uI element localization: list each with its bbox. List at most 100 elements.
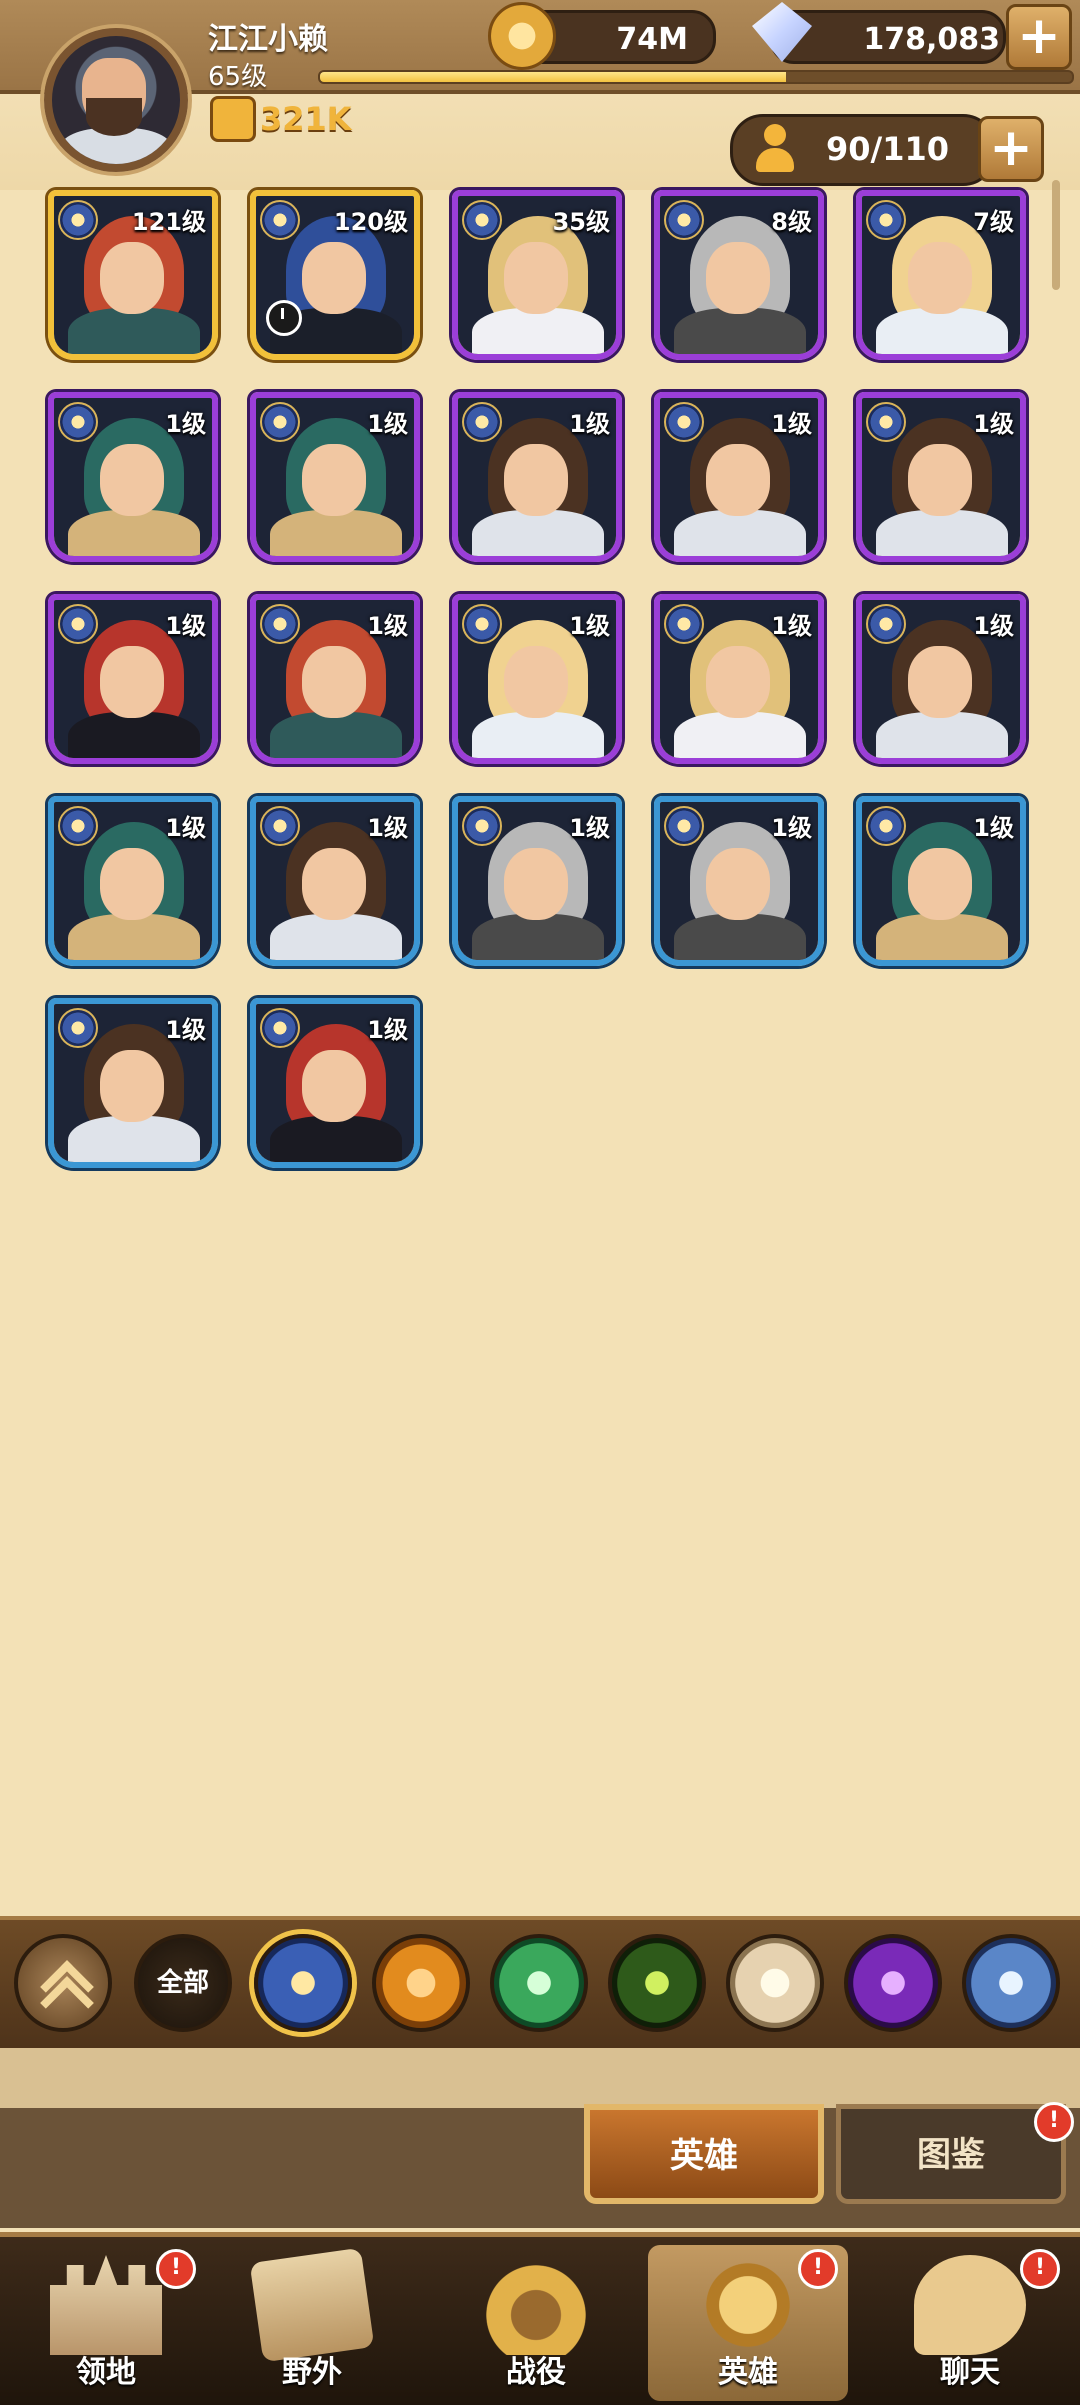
hero-level: 1级 xyxy=(165,612,206,640)
lightbearer-icon xyxy=(664,604,704,644)
hero-card[interactable]: 121级 xyxy=(48,190,218,360)
hero-card[interactable]: 35级 xyxy=(452,190,622,360)
nav-label: 聊天 xyxy=(940,2355,1000,2390)
lightbearer-icon xyxy=(462,604,502,644)
power-value: 321K xyxy=(260,100,352,138)
hero-card[interactable]: 1级 xyxy=(856,594,1026,764)
xp-fill xyxy=(320,72,787,82)
hero-level: 1级 xyxy=(367,612,408,640)
nav-label: 英雄 xyxy=(718,2355,778,2390)
mauler-icon[interactable] xyxy=(372,1934,470,2032)
hero-card[interactable]: 1级 xyxy=(452,392,622,562)
lightbearer-icon xyxy=(260,806,300,846)
hero-level: 1级 xyxy=(973,814,1014,842)
diamond-value: 178,083 xyxy=(863,22,1000,57)
sub-tab-bar: 英雄 图鉴 ! xyxy=(0,2048,1080,2228)
gold-coin-icon xyxy=(488,2,556,70)
nav-label: 战役 xyxy=(506,2355,566,2390)
hero-card[interactable]: 1级 xyxy=(250,998,420,1168)
hero-level: 8级 xyxy=(771,208,812,236)
hero-card[interactable]: 1级 xyxy=(654,594,824,764)
collapse-icon[interactable] xyxy=(14,1934,112,2032)
hero-silhouette-icon xyxy=(752,120,798,174)
hero-level: 1级 xyxy=(973,612,1014,640)
lightbearer-icon xyxy=(58,1008,98,1048)
lightbearer-icon xyxy=(260,1008,300,1048)
alert-badge: ! xyxy=(798,2249,838,2289)
nav-item-castle[interactable]: 领地! xyxy=(6,2245,206,2401)
scroll-map-icon xyxy=(249,2247,375,2363)
nav-item-scroll-map[interactable]: 野外 xyxy=(212,2245,412,2401)
hero-level: 120级 xyxy=(333,208,408,236)
clock-icon xyxy=(266,300,302,336)
hero-level: 35级 xyxy=(552,208,610,236)
hero-card[interactable]: 1级 xyxy=(48,594,218,764)
nav-item-knight-helmet[interactable]: 英雄! xyxy=(648,2245,848,2401)
lightbearer-icon xyxy=(462,200,502,240)
hero-card[interactable]: 1级 xyxy=(452,594,622,764)
hero-card[interactable]: 1级 xyxy=(48,796,218,966)
hero-card[interactable]: 1级 xyxy=(654,796,824,966)
hero-card[interactable]: 1级 xyxy=(654,392,824,562)
lightbearer-icon xyxy=(462,402,502,442)
hero-level: 1级 xyxy=(165,1016,206,1044)
hero-level: 1级 xyxy=(569,814,610,842)
chat-icon xyxy=(914,2255,1026,2355)
top-bar: 江江小赖 65级 321K 74M 178,083 + 90/110 + xyxy=(0,0,1080,190)
hero-card[interactable]: 1级 xyxy=(48,998,218,1168)
lightbearer-icon xyxy=(58,604,98,644)
player-level: 65级 xyxy=(208,62,268,92)
lightbearer-icon xyxy=(664,402,704,442)
hypogean-icon[interactable] xyxy=(844,1934,942,2032)
player-avatar[interactable] xyxy=(44,28,188,172)
nav-item-chat[interactable]: 聊天! xyxy=(870,2245,1070,2401)
hero-card[interactable]: 7级 xyxy=(856,190,1026,360)
hero-level: 121级 xyxy=(131,208,206,236)
lightbearer-icon[interactable] xyxy=(254,1934,352,2032)
castle-icon xyxy=(50,2255,162,2355)
all-filter-button[interactable]: 全部 xyxy=(134,1934,232,2032)
wilder-icon[interactable] xyxy=(490,1934,588,2032)
scrollbar[interactable] xyxy=(1052,180,1060,290)
hero-level: 1级 xyxy=(367,1016,408,1044)
hero-card[interactable]: 1级 xyxy=(856,392,1026,562)
dimensional-icon[interactable] xyxy=(962,1934,1060,2032)
lightbearer-icon xyxy=(866,200,906,240)
nav-item-battle-helmet[interactable]: 战役 xyxy=(436,2245,636,2401)
hero-card[interactable]: 1级 xyxy=(250,796,420,966)
graveborn-icon[interactable] xyxy=(608,1934,706,2032)
nav-label: 领地 xyxy=(76,2355,136,2390)
hero-card[interactable]: 1级 xyxy=(452,796,622,966)
expand-roster-button[interactable]: + xyxy=(978,116,1044,182)
hero-card[interactable]: 1级 xyxy=(48,392,218,562)
tab-codex[interactable]: 图鉴 xyxy=(836,2104,1066,2204)
hero-level: 1级 xyxy=(771,612,812,640)
fist-icon xyxy=(210,96,256,142)
lightbearer-icon xyxy=(664,200,704,240)
nav-label: 野外 xyxy=(282,2355,342,2390)
hero-card[interactable]: 1级 xyxy=(250,594,420,764)
add-diamonds-button[interactable]: + xyxy=(1006,4,1072,70)
bottom-nav: 领地! 野外 战役 英雄! 聊天! xyxy=(0,2232,1080,2405)
hero-card[interactable]: 1级 xyxy=(856,796,1026,966)
hero-level: 1级 xyxy=(569,410,610,438)
hero-card[interactable]: 120级 xyxy=(250,190,420,360)
hero-level: 1级 xyxy=(367,814,408,842)
lightbearer-icon xyxy=(58,806,98,846)
paper-edge xyxy=(0,2048,1080,2108)
celestial-icon[interactable] xyxy=(726,1934,824,2032)
tab-heroes[interactable]: 英雄 xyxy=(584,2104,824,2204)
alert-badge: ! xyxy=(1020,2249,1060,2289)
hero-level: 1级 xyxy=(569,612,610,640)
hero-level: 1级 xyxy=(165,814,206,842)
hero-card[interactable]: 1级 xyxy=(250,392,420,562)
lightbearer-icon xyxy=(58,200,98,240)
lightbearer-icon xyxy=(866,604,906,644)
lightbearer-icon xyxy=(664,806,704,846)
hero-card[interactable]: 8级 xyxy=(654,190,824,360)
lightbearer-icon xyxy=(866,402,906,442)
codex-alert-badge: ! xyxy=(1034,2102,1074,2142)
gold-value: 74M xyxy=(616,22,688,57)
xp-bar xyxy=(318,70,1074,84)
roster-value: 90/110 xyxy=(826,130,950,168)
